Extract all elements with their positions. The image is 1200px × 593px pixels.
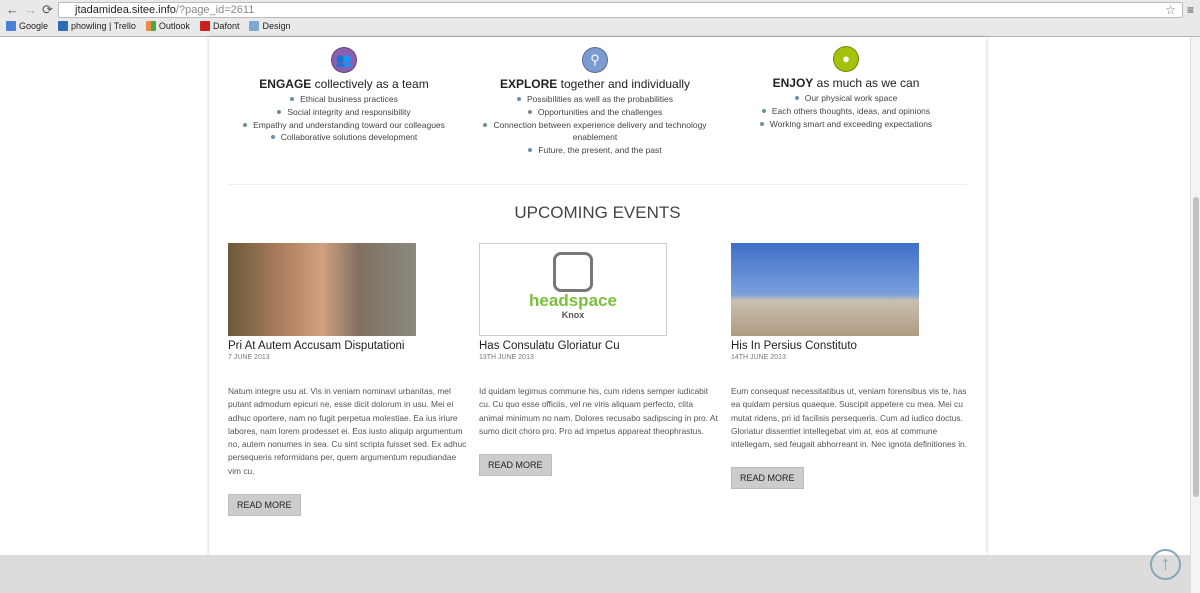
list-item: Each others thoughts, ideas, and opinion… [721, 105, 971, 118]
event-description: Id quidam legimus commune his, cum riden… [479, 386, 718, 436]
bookmark-trello[interactable]: phowling | Trello [58, 21, 136, 31]
value-explore: ⚲ EXPLORE together and individually Poss… [470, 47, 720, 157]
url-host: jtadamidea.sitee.info [75, 4, 176, 16]
logo-text: headspace [529, 291, 617, 310]
event-title[interactable]: Has Consulatu Gloriatur Cu [479, 340, 719, 352]
bookmark-dafont[interactable]: Dafont [199, 21, 240, 31]
event-title[interactable]: Pri At Autem Accusam Disputationi [228, 340, 468, 352]
list-item: Future, the present, and the past [470, 144, 720, 157]
bookmark-label: Design [262, 21, 291, 31]
bookmark-label: Dafont [212, 21, 240, 31]
bookmark-google[interactable]: Google [6, 21, 48, 31]
bookmark-outlook[interactable]: Outlook [145, 21, 190, 31]
bookmark-label: Outlook [158, 21, 190, 31]
address-bar[interactable]: jtadamidea.sitee.info/?page_id=2611 ☆ [58, 2, 1183, 18]
scroll-to-top-button[interactable]: ↑ [1150, 549, 1181, 580]
list-item: Our physical work space [721, 92, 971, 105]
browser-chrome: ← → ⟳ jtadamidea.sitee.info/?page_id=261… [0, 0, 1200, 37]
menu-icon[interactable]: ≡ [1187, 3, 1194, 17]
scrollbar-thumb[interactable] [1193, 197, 1199, 497]
list-item: Collaborative solutions development [219, 131, 469, 144]
bookmark-label: phowling | Trello [71, 21, 136, 31]
bookmark-label: Google [19, 21, 49, 31]
search-icon: ⚲ [582, 47, 608, 73]
logo-subtext: Knox [561, 310, 585, 320]
map-pin-icon: ● [833, 46, 859, 72]
value-heading: ENJOY as much as we can [772, 76, 920, 90]
read-more-button[interactable]: READ MORE [228, 494, 301, 517]
event-photo[interactable] [228, 243, 416, 336]
event-photo[interactable]: headspace Knox [479, 243, 667, 336]
event-card: His In Persius Constituto 14TH JUNE 2013… [731, 243, 971, 490]
event-photo[interactable] [731, 243, 919, 336]
section-title: UPCOMING EVENTS [514, 203, 681, 222]
value-enjoy: ● ENJOY as much as we can Our physical w… [721, 46, 971, 130]
value-heading: EXPLORE together and individually [499, 77, 691, 91]
event-title[interactable]: His In Persius Constituto [731, 340, 971, 352]
list-item: Working smart and exceeding expectations [721, 118, 971, 131]
event-card: Pri At Autem Accusam Disputationi 7 JUNE… [228, 243, 468, 517]
reload-icon[interactable]: ⟳ [42, 2, 53, 18]
list-item: Connection between experience delivery a… [470, 119, 720, 145]
list-item: Possibilities as well as the probabiliti… [470, 93, 720, 106]
divider [228, 184, 967, 185]
list-item: Opportunities and the challenges [470, 106, 720, 119]
bookmark-design[interactable]: Design [249, 21, 290, 31]
headspace-logo-icon [553, 252, 593, 292]
bookmarks-bar: Google phowling | Trello Outlook Dafont … [6, 21, 290, 31]
event-card: headspace Knox Has Consulatu Gloriatur C… [479, 243, 719, 477]
back-icon[interactable]: ← [6, 2, 19, 17]
event-date: 13TH JUNE 2013 [479, 354, 534, 361]
folder-icon [249, 21, 260, 31]
event-description: Eum consequat necessitatibus ut, veniam … [731, 386, 968, 450]
content-card: 👥 ENGAGE collectively as a team Ethical … [209, 37, 986, 555]
value-engage: 👥 ENGAGE collectively as a team Ethical … [219, 47, 469, 144]
outlook-icon [145, 21, 156, 31]
bookmark-star-icon[interactable]: ☆ [1165, 3, 1176, 17]
read-more-button[interactable]: READ MORE [479, 454, 552, 477]
list-item: Social integrity and responsibility [219, 106, 469, 119]
google-icon [6, 21, 16, 31]
event-description: Natum integre usu at. Vis in veniam nomi… [228, 386, 467, 476]
people-icon: 👥 [331, 47, 357, 73]
read-more-button[interactable]: READ MORE [731, 467, 804, 490]
value-heading: ENGAGE collectively as a team [259, 77, 429, 91]
event-date: 7 JUNE 2013 [228, 354, 270, 361]
forward-icon[interactable]: → [24, 2, 37, 17]
footer [0, 555, 1190, 593]
dafont-icon [199, 21, 210, 31]
list-item: Ethical business practices [219, 93, 469, 106]
list-item: Empathy and understanding toward our col… [219, 119, 469, 132]
event-date: 14TH JUNE 2013 [731, 354, 786, 361]
trello-icon [58, 21, 69, 31]
scrollbar[interactable] [1190, 37, 1200, 593]
url-path: /?page_id=2611 [175, 4, 255, 16]
